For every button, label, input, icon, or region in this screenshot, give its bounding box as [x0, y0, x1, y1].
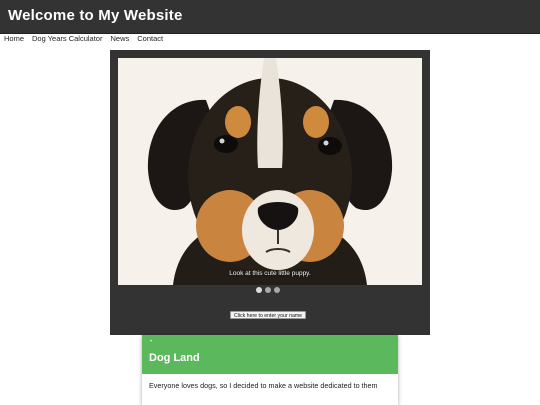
site-title: Welcome to My Website [8, 7, 183, 24]
card-bullet: • [150, 339, 153, 345]
card-header: • Dog Land [142, 335, 398, 374]
site-header: Welcome to My Website [0, 0, 540, 34]
main-nav: Home Dog Years Calculator News Contact [4, 33, 163, 44]
nav-link-dog-years-calculator[interactable]: Dog Years Calculator [32, 33, 102, 44]
slide-caption: Look at this cute little puppy. [229, 270, 311, 277]
puppy-photo [118, 58, 422, 285]
slide-dot-2[interactable] [265, 287, 271, 293]
nav-link-home[interactable]: Home [4, 33, 24, 44]
card-title: Dog Land [149, 352, 200, 364]
slide-dot-1[interactable] [256, 287, 262, 293]
image-slider: Look at this cute little puppy. Click he… [110, 50, 430, 335]
slide-image: Look at this cute little puppy. [118, 58, 422, 285]
slide-dot-3[interactable] [274, 287, 280, 293]
nav-link-news[interactable]: News [110, 33, 129, 44]
enter-name-button[interactable]: Click here to enter your name [230, 311, 307, 319]
slide-dots [256, 287, 280, 293]
dog-land-card: • Dog Land Everyone loves dogs, so I dec… [142, 335, 398, 405]
nav-link-contact[interactable]: Contact [137, 33, 163, 44]
card-text: Everyone loves dogs, so I decided to mak… [149, 381, 378, 390]
